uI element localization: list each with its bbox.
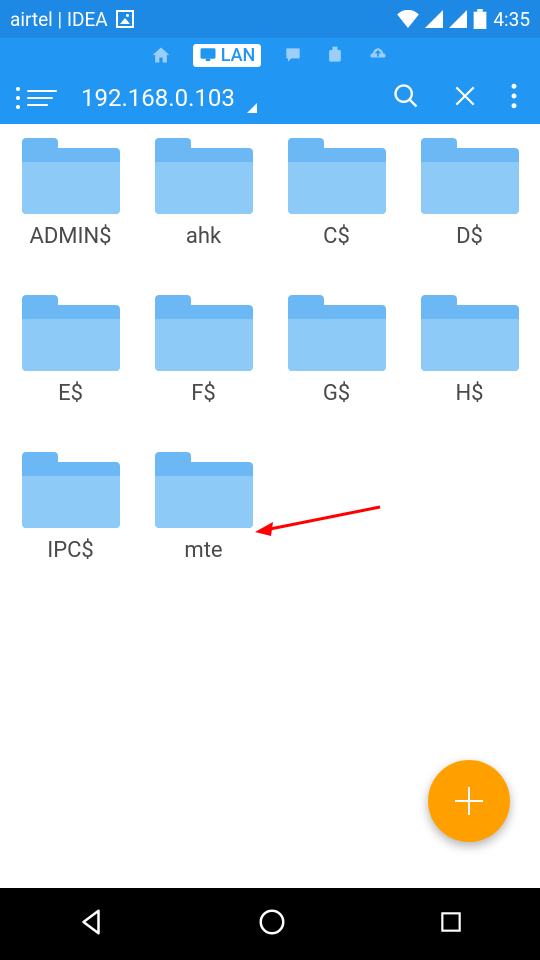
folder-icon: [288, 295, 386, 371]
search-button[interactable]: [380, 74, 432, 122]
overflow-menu-button[interactable]: [498, 75, 530, 121]
tab-sms[interactable]: [283, 45, 303, 65]
folder-icon: [22, 452, 120, 528]
folder-icon: [155, 295, 253, 371]
folder-icon: [155, 452, 253, 528]
carrier-label: airtel | IDEA: [10, 8, 108, 31]
nav-back-button[interactable]: [46, 897, 136, 951]
folder-icon: [421, 138, 519, 214]
address-dropdown-icon[interactable]: [247, 103, 257, 113]
folder-label: ahk: [186, 224, 221, 249]
folder-item[interactable]: E$: [8, 295, 133, 406]
android-nav-bar: [0, 888, 540, 960]
folder-item[interactable]: IPC$: [8, 452, 133, 563]
folder-icon: [155, 138, 253, 214]
folder-item[interactable]: ahk: [141, 138, 266, 249]
location-tab-strip: LAN: [0, 38, 540, 72]
folder-label: G$: [323, 381, 350, 406]
folder-item[interactable]: C$: [274, 138, 399, 249]
tab-lan-label: LAN: [221, 45, 256, 66]
folder-label: H$: [455, 381, 483, 406]
folder-label: ADMIN$: [29, 224, 111, 249]
folder-icon: [288, 138, 386, 214]
file-grid-area: ADMIN$ ahk C$ D$ E$ F$ G$ H$: [0, 124, 540, 888]
nav-recent-button[interactable]: [408, 899, 494, 949]
nav-home-button[interactable]: [227, 897, 317, 951]
folder-item[interactable]: ADMIN$: [8, 138, 133, 249]
folder-label: E$: [58, 381, 83, 406]
folder-label: F$: [191, 381, 216, 406]
wifi-icon: [397, 10, 419, 28]
signal-icon-2: [449, 10, 467, 28]
close-button[interactable]: [440, 75, 490, 121]
folder-label: mte: [184, 538, 222, 563]
folder-label: C$: [323, 224, 350, 249]
folder-icon: [421, 295, 519, 371]
fab-add-button[interactable]: [428, 760, 510, 842]
folder-grid: ADMIN$ ahk C$ D$ E$ F$ G$ H$: [0, 124, 540, 577]
picture-notification-icon: [116, 10, 134, 28]
clock-label: 4:35: [493, 8, 530, 31]
folder-item[interactable]: mte: [141, 452, 266, 563]
folder-icon: [22, 295, 120, 371]
folder-item[interactable]: G$: [274, 295, 399, 406]
folder-icon: [22, 138, 120, 214]
address-bar[interactable]: 192.168.0.103: [81, 84, 235, 112]
tab-apps[interactable]: [325, 45, 345, 65]
signal-icon-1: [425, 10, 443, 28]
tab-cloud[interactable]: [367, 45, 389, 65]
battery-icon: [473, 9, 487, 29]
tab-home[interactable]: [151, 45, 171, 65]
menu-button[interactable]: [10, 81, 63, 115]
folder-item[interactable]: D$: [407, 138, 532, 249]
folder-item[interactable]: F$: [141, 295, 266, 406]
android-status-bar: airtel | IDEA 4:35: [0, 0, 540, 38]
app-toolbar: 192.168.0.103: [0, 72, 540, 124]
tab-lan[interactable]: LAN: [193, 44, 262, 67]
folder-item[interactable]: H$: [407, 295, 532, 406]
folder-label: IPC$: [47, 538, 94, 563]
folder-label: D$: [456, 224, 483, 249]
